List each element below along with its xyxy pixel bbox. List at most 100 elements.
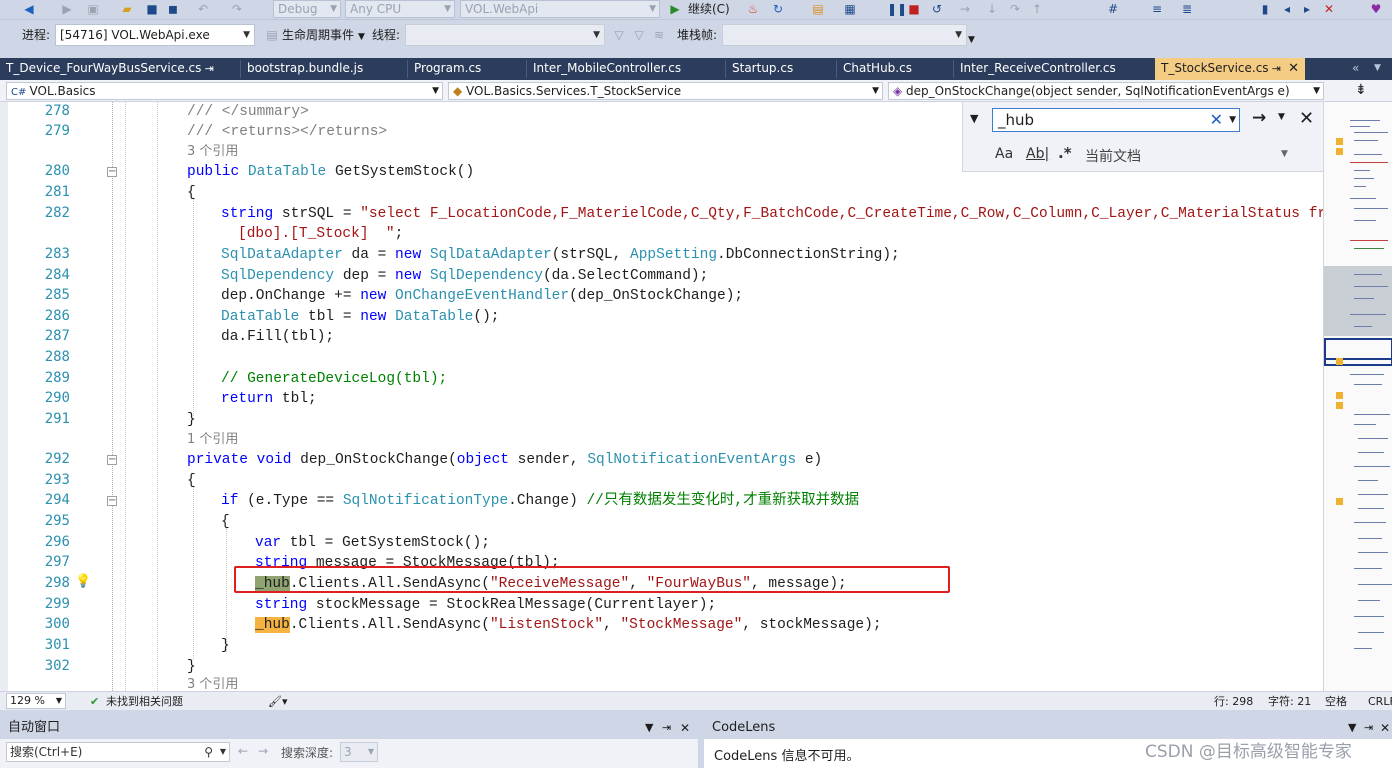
chevron-down-icon[interactable]: ▼ — [1278, 112, 1285, 122]
continue-button[interactable]: 继续(C) — [688, 1, 730, 17]
new-project-icon[interactable]: ▣ — [86, 1, 100, 17]
chevron-down-icon[interactable]: ▼ — [1281, 149, 1288, 159]
forward-icon[interactable]: ▶ — [60, 1, 74, 17]
zoom-combo[interactable]: 129 % ▼ — [6, 693, 66, 709]
close-icon[interactable]: ✕ — [1299, 108, 1314, 129]
dropdown-icon[interactable]: ▼ — [1348, 717, 1356, 739]
clear-icon[interactable]: ✕ — [1210, 109, 1223, 131]
collapse-region-toggle[interactable]: − — [107, 455, 117, 465]
minimap-line — [1350, 120, 1380, 121]
redo-icon[interactable]: ↷ — [230, 1, 244, 17]
project-nav-combo[interactable]: C# VOL.Basics ▼ — [6, 82, 443, 100]
tab-t-stockservice[interactable]: T_StockService.cs ⇥ ✕ — [1155, 58, 1305, 80]
expand-replace-icon[interactable]: ▼ — [970, 112, 978, 125]
save-all-icon[interactable]: ◼ — [165, 1, 181, 17]
browser-link-icon[interactable]: ▤ — [810, 1, 826, 17]
thread-combo[interactable]: ▼ — [405, 24, 605, 46]
step-out-icon[interactable]: ↑ — [1030, 1, 1044, 17]
line-indicator[interactable]: 行: 298 — [1214, 694, 1253, 709]
column-indicator[interactable]: 字符: 21 — [1268, 694, 1311, 709]
chevron-down-icon[interactable]: ▼ — [220, 743, 226, 761]
pause-icon[interactable]: ❚❚ — [887, 1, 907, 17]
search-depth-value: 3 — [344, 745, 352, 759]
stackframe-combo[interactable]: ▼ — [722, 24, 967, 46]
find-next-icon[interactable]: → — [1252, 108, 1266, 128]
project-combo[interactable]: VOL.WebApi ▼ — [460, 0, 660, 18]
config-combo[interactable]: Debug ▼ — [273, 0, 341, 18]
hot-reload-icon[interactable]: ♨ — [745, 1, 761, 17]
step-over-icon[interactable]: ↷ — [1008, 1, 1022, 17]
match-case-toggle[interactable]: Aa — [995, 146, 1013, 162]
tab-startup[interactable]: Startup.cs — [726, 58, 836, 80]
search-depth-combo[interactable]: 3 ▼ — [340, 742, 378, 762]
undo-icon[interactable]: ↶ — [196, 1, 210, 17]
dropdown-icon[interactable]: ▼ — [645, 717, 653, 739]
line-number: 292 — [44, 451, 70, 467]
regex-toggle[interactable]: .* — [1058, 144, 1072, 162]
filter-icon[interactable]: ▽ — [612, 27, 626, 43]
indent-mode-indicator[interactable]: 空格 — [1325, 694, 1347, 709]
close-icon[interactable]: ✕ — [1380, 717, 1390, 739]
restart-debug-icon[interactable]: ↺ — [930, 1, 944, 17]
codelens-references[interactable]: 1 个引用 — [187, 432, 238, 447]
find-input[interactable]: _hub ✕ ▼ — [992, 108, 1240, 132]
diagnostics-icon[interactable]: ▦ — [842, 1, 858, 17]
comment-icon[interactable]: ≡ — [1150, 1, 1164, 17]
feedback-icon[interactable]: ♥ — [1368, 1, 1384, 17]
issues-status[interactable]: 未找到相关问题 — [106, 694, 183, 709]
lightbulb-icon[interactable]: 💡 — [75, 574, 91, 589]
platform-combo[interactable]: Any CPU ▼ — [345, 0, 455, 18]
bookmark-next-icon[interactable]: ▸ — [1300, 1, 1314, 17]
codelens-references[interactable]: 3 个引用 — [187, 677, 238, 691]
scrollbar-map[interactable] — [1323, 102, 1392, 691]
split-editor-icon[interactable]: ⇟ — [1355, 82, 1367, 98]
clear-bookmarks-icon[interactable]: ✕ — [1322, 1, 1336, 17]
tab-overflow-icon[interactable]: « — [1352, 58, 1370, 80]
pin-icon[interactable]: ⇥ — [662, 717, 671, 739]
minimap-line — [1354, 248, 1384, 249]
close-icon[interactable]: ✕ — [1288, 58, 1299, 79]
whole-word-toggle[interactable]: Ab| — [1026, 146, 1049, 162]
back-icon[interactable]: ◀ — [22, 1, 36, 17]
member-nav-combo[interactable]: ◈ dep_OnStockChange(object sender, SqlNo… — [888, 82, 1324, 100]
tab-t-device-fourwaybusservice[interactable]: T_Device_FourWayBusService.cs ⇥ — [0, 58, 230, 80]
tab-bootstrap-bundle[interactable]: bootstrap.bundle.js — [241, 58, 407, 80]
tab-chathub[interactable]: ChatHub.cs — [837, 58, 953, 80]
code-cleanup-icon[interactable]: 🖌▾ — [268, 694, 288, 709]
show-next-statement-icon[interactable]: → — [958, 1, 972, 17]
process-combo[interactable]: [54716] VOL.WebApi.exe ▼ — [55, 24, 255, 46]
search-forward-icon[interactable]: → — [258, 744, 268, 758]
tab-inter-receivecontroller[interactable]: Inter_ReceiveController.cs — [954, 58, 1154, 80]
lifecycle-events-button[interactable]: 生命周期事件 — [282, 27, 354, 43]
save-icon[interactable]: ■ — [145, 1, 159, 17]
bookmark-icon[interactable]: ▮ — [1258, 1, 1272, 17]
uncomment-icon[interactable]: ≣ — [1180, 1, 1194, 17]
codelens-references[interactable]: 3 个引用 — [187, 144, 238, 159]
collapse-region-toggle[interactable]: − — [107, 167, 117, 177]
indent-guide — [226, 528, 227, 652]
restart-icon[interactable]: ↻ — [770, 1, 786, 17]
line-ending-indicator[interactable]: CRLF — [1368, 694, 1392, 709]
open-folder-icon[interactable]: ▰ — [118, 1, 136, 17]
tab-program[interactable]: Program.cs — [408, 58, 526, 80]
search-icon[interactable]: ⚲ — [204, 743, 213, 761]
tab-inter-mobilecontroller[interactable]: Inter_MobileController.cs — [527, 58, 725, 80]
close-icon[interactable]: ✕ — [680, 717, 690, 739]
collapse-region-toggle[interactable]: − — [107, 496, 117, 506]
filter-clear-icon[interactable]: ▽ — [632, 27, 646, 43]
chevron-down-icon[interactable]: ▼ — [1374, 58, 1388, 80]
bookmark-prev-icon[interactable]: ◂ — [1280, 1, 1294, 17]
code-editor[interactable]: 278 279 280 281 282 283 284 285 286 287 … — [0, 102, 1323, 691]
autos-search-input[interactable]: 搜索(Ctrl+E) ⚲ ▼ — [6, 742, 230, 762]
chevron-down-icon[interactable]: ▼ — [1229, 109, 1236, 131]
stop-icon[interactable]: ■ — [908, 1, 920, 17]
find-scope-combo[interactable]: 当前文档 — [1085, 146, 1141, 166]
pin-icon[interactable]: ⇥ — [1364, 717, 1373, 739]
step-into-icon[interactable]: ↓ — [985, 1, 999, 17]
pin-icon[interactable]: ⇥ — [205, 58, 214, 79]
class-nav-combo[interactable]: ◆ VOL.Basics.Services.T_StockService ▼ — [448, 82, 883, 100]
hex-icon[interactable]: # — [1105, 1, 1121, 17]
search-back-icon[interactable]: ← — [238, 744, 248, 758]
pin-icon[interactable]: ⇥ — [1272, 58, 1281, 79]
threads-icon[interactable]: ≋ — [652, 27, 666, 43]
